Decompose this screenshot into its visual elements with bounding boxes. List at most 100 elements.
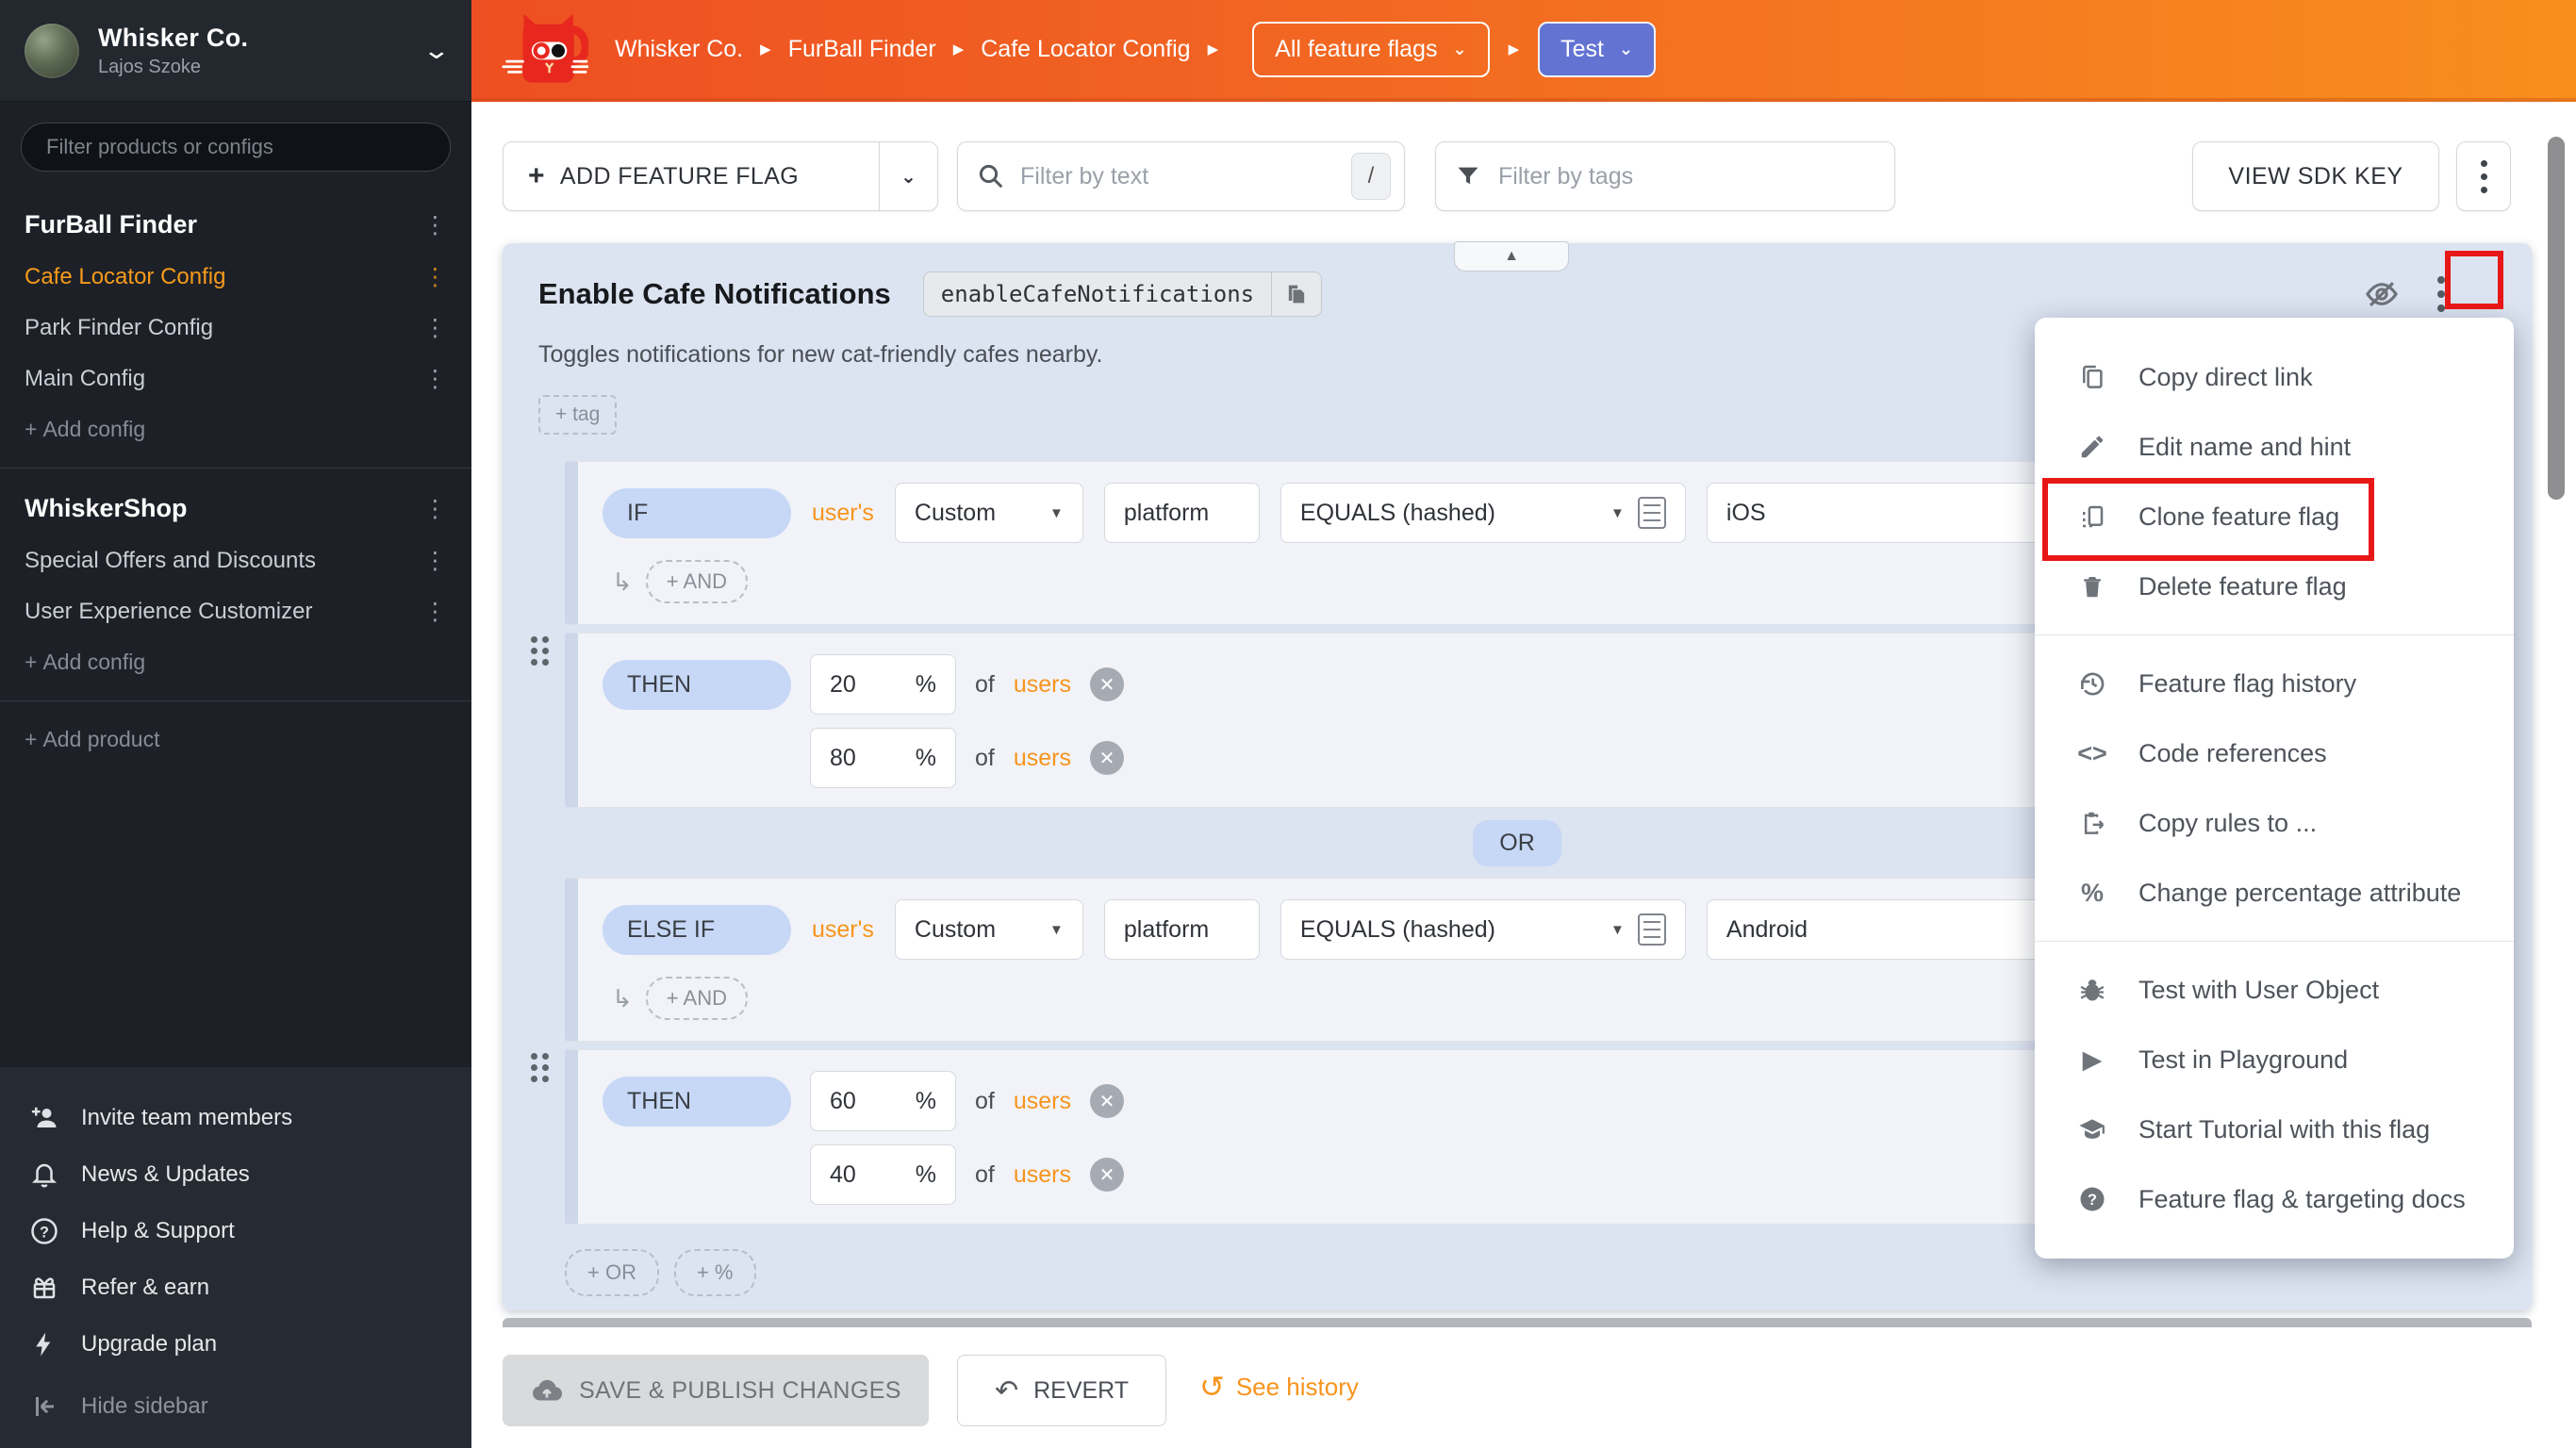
add-and-button[interactable]: + AND bbox=[646, 977, 748, 1020]
percent-input[interactable]: 60 % bbox=[810, 1071, 956, 1131]
kebab-icon[interactable]: ⋮ bbox=[423, 370, 447, 388]
copy-key-button[interactable] bbox=[1271, 272, 1321, 316]
org-name: Whisker Co. bbox=[98, 24, 407, 53]
chevron-down-icon: ⌄ bbox=[422, 36, 452, 65]
breadcrumb-product[interactable]: FurBall Finder bbox=[788, 36, 936, 63]
eye-off-icon[interactable] bbox=[2364, 276, 2400, 312]
attribute-type-dropdown[interactable]: Custom ▼ bbox=[895, 483, 1083, 543]
upgrade-plan[interactable]: Upgrade plan bbox=[0, 1316, 471, 1373]
sidebar-item-special-offers[interactable]: Special Offers and Discounts ⋮ bbox=[0, 535, 471, 586]
percent-input[interactable]: 80 % bbox=[810, 728, 956, 788]
hide-sidebar-button[interactable]: Hide sidebar bbox=[0, 1378, 471, 1435]
flags-filter-dropdown[interactable]: All feature flags ⌄ bbox=[1252, 22, 1489, 77]
breadcrumb-org[interactable]: Whisker Co. bbox=[615, 36, 743, 63]
add-tag-button[interactable]: + tag bbox=[538, 395, 617, 435]
branch-arrow-icon: ↳ bbox=[612, 568, 633, 597]
menu-copy-rules-to[interactable]: Copy rules to ... bbox=[2035, 788, 2514, 858]
view-sdk-key-button[interactable]: VIEW SDK KEY bbox=[2192, 141, 2439, 211]
config-kebab-button[interactable] bbox=[2456, 141, 2511, 211]
menu-flag-targeting-docs[interactable]: ? Feature flag & targeting docs bbox=[2035, 1164, 2514, 1234]
help-icon: ? bbox=[30, 1217, 58, 1245]
menu-test-in-playground[interactable]: ▶ Test in Playground bbox=[2035, 1025, 2514, 1094]
sidebar-item-ux-customizer[interactable]: User Experience Customizer ⋮ bbox=[0, 586, 471, 637]
tags-filter-input[interactable] bbox=[1496, 162, 1875, 191]
drag-handle[interactable] bbox=[531, 1053, 549, 1082]
list-icon[interactable] bbox=[1638, 913, 1666, 946]
sidebar-filter-input[interactable] bbox=[21, 123, 451, 172]
remove-rollout-button[interactable]: ✕ bbox=[1090, 741, 1124, 775]
add-feature-flag-dropdown[interactable]: ⌄ bbox=[879, 142, 937, 210]
sidebar-nav: FurBall Finder ⋮ Cafe Locator Config ⋮ P… bbox=[0, 181, 471, 765]
sidebar-filter bbox=[21, 123, 451, 172]
menu-feature-flag-history[interactable]: Feature flag history bbox=[2035, 649, 2514, 718]
gift-icon bbox=[30, 1274, 58, 1302]
save-publish-button[interactable]: SAVE & PUBLISH CHANGES bbox=[503, 1355, 929, 1426]
attribute-input[interactable]: platform bbox=[1104, 899, 1260, 960]
attribute-input[interactable]: platform bbox=[1104, 483, 1260, 543]
sidebar-utilities: Invite team members News & Updates ? Hel… bbox=[0, 1067, 471, 1448]
help-support[interactable]: ? Help & Support bbox=[0, 1203, 471, 1259]
users-link[interactable]: users bbox=[1014, 1088, 1071, 1115]
kebab-icon[interactable]: ⋮ bbox=[423, 268, 447, 287]
kebab-icon[interactable]: ⋮ bbox=[423, 319, 447, 337]
percent-input[interactable]: 40 % bbox=[810, 1144, 956, 1205]
menu-change-percentage-attribute[interactable]: % Change percentage attribute bbox=[2035, 858, 2514, 928]
add-product-button[interactable]: + Add product bbox=[0, 715, 471, 765]
product-furball-finder[interactable]: FurBall Finder ⋮ bbox=[0, 198, 471, 252]
add-and-button[interactable]: + AND bbox=[646, 560, 748, 603]
breadcrumb-config[interactable]: Cafe Locator Config bbox=[981, 36, 1190, 63]
menu-test-with-user-object[interactable]: Test with User Object bbox=[2035, 955, 2514, 1025]
kebab-icon[interactable]: ⋮ bbox=[423, 216, 447, 235]
attribute-type-dropdown[interactable]: Custom ▼ bbox=[895, 899, 1083, 960]
kebab-icon[interactable]: ⋮ bbox=[423, 602, 447, 621]
comparator-dropdown[interactable]: EQUALS (hashed) ▼ bbox=[1280, 483, 1686, 543]
users-link[interactable]: users bbox=[1014, 671, 1071, 699]
add-feature-flag-button[interactable]: + ADD FEATURE FLAG bbox=[504, 160, 879, 192]
org-switcher[interactable]: Whisker Co. Lajos Szoke ⌄ bbox=[0, 0, 471, 102]
percent-input[interactable]: 20 % bbox=[810, 654, 956, 715]
topbar: Whisker Co. ▶ FurBall Finder ▶ Cafe Loca… bbox=[471, 0, 2576, 102]
sidebar-item-main-config[interactable]: Main Config ⋮ bbox=[0, 354, 471, 404]
rule-keyword: ELSE IF bbox=[603, 905, 791, 955]
history-icon: ↺ bbox=[1199, 1369, 1225, 1405]
product-whiskershop[interactable]: WhiskerShop ⋮ bbox=[0, 482, 471, 535]
configcat-logo[interactable] bbox=[500, 7, 588, 91]
kebab-icon[interactable]: ⋮ bbox=[423, 551, 447, 570]
environment-dropdown[interactable]: Test ⌄ bbox=[1538, 22, 1656, 77]
bell-icon bbox=[30, 1160, 58, 1189]
collapse-card-button[interactable]: ▲ bbox=[1454, 241, 1569, 272]
menu-code-references[interactable]: <> Code references bbox=[2035, 718, 2514, 788]
funnel-icon bbox=[1455, 163, 1481, 189]
menu-copy-direct-link[interactable]: Copy direct link bbox=[2035, 342, 2514, 412]
revert-button[interactable]: ↶ REVERT bbox=[957, 1355, 1166, 1426]
menu-start-tutorial[interactable]: Start Tutorial with this flag bbox=[2035, 1094, 2514, 1164]
news-updates[interactable]: News & Updates bbox=[0, 1146, 471, 1203]
add-config-button[interactable]: + Add config bbox=[0, 404, 471, 454]
invite-team-members[interactable]: Invite team members bbox=[0, 1090, 471, 1146]
add-or-button[interactable]: + OR bbox=[565, 1249, 659, 1296]
list-icon[interactable] bbox=[1638, 497, 1666, 529]
drag-handle[interactable] bbox=[531, 636, 549, 666]
add-config-button[interactable]: + Add config bbox=[0, 637, 471, 687]
remove-rollout-button[interactable]: ✕ bbox=[1090, 667, 1124, 701]
refer-earn[interactable]: Refer & earn bbox=[0, 1259, 471, 1316]
menu-delete-feature-flag[interactable]: Delete feature flag bbox=[2035, 551, 2514, 621]
user-name: Lajos Szoke bbox=[98, 57, 407, 78]
highlight-box-clone-item bbox=[2042, 478, 2374, 561]
bug-icon bbox=[2076, 974, 2108, 1006]
menu-edit-name-hint[interactable]: Edit name and hint bbox=[2035, 412, 2514, 482]
text-filter-input[interactable] bbox=[1018, 162, 1338, 191]
see-history-link[interactable]: ↺ See history bbox=[1199, 1369, 1359, 1405]
add-percent-button[interactable]: + % bbox=[674, 1249, 756, 1296]
kebab-icon[interactable]: ⋮ bbox=[423, 500, 447, 518]
avatar bbox=[25, 24, 79, 78]
scrollbar-thumb[interactable] bbox=[2548, 137, 2565, 500]
comparator-dropdown[interactable]: EQUALS (hashed) ▼ bbox=[1280, 899, 1686, 960]
sidebar-item-park-finder-config[interactable]: Park Finder Config ⋮ bbox=[0, 303, 471, 354]
remove-rollout-button[interactable]: ✕ bbox=[1090, 1158, 1124, 1192]
sidebar-item-cafe-locator-config[interactable]: Cafe Locator Config ⋮ bbox=[0, 252, 471, 303]
users-link[interactable]: users bbox=[1014, 745, 1071, 772]
users-link[interactable]: users bbox=[1014, 1161, 1071, 1189]
remove-rollout-button[interactable]: ✕ bbox=[1090, 1084, 1124, 1118]
plus-icon: + bbox=[528, 160, 545, 192]
